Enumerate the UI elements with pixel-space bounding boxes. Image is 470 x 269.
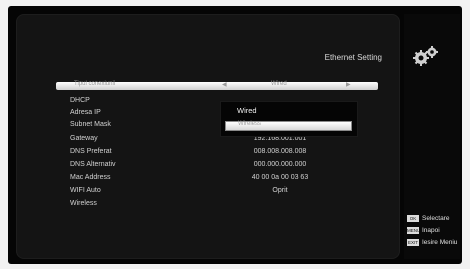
setting-row-wireless[interactable]: Wireless xyxy=(70,200,380,211)
page-title: Ethernet Setting xyxy=(324,53,382,62)
highlighted-setting-label: Tipul conexiunii xyxy=(74,81,116,87)
tv-screen: Tipul conexiunii ◀ Wired ▶ DHCP Adresa I… xyxy=(8,6,462,264)
setting-label: Mac Address xyxy=(70,174,111,181)
setting-label: WIFI Auto xyxy=(70,187,101,194)
setting-value: 40 00 0a 00 03 63 xyxy=(251,174,309,181)
ok-key-icon: OK xyxy=(407,215,419,222)
legend-label: Iesire Meniu xyxy=(422,239,458,246)
legend-label: Selectare xyxy=(422,215,450,222)
dropdown-option-wireless[interactable]: Wireless xyxy=(225,121,352,131)
setting-label: DHCP xyxy=(70,97,90,104)
setting-value: Oprit xyxy=(272,187,288,194)
dropdown-option-wired[interactable]: Wired xyxy=(237,106,257,115)
setting-value: 000.000.000.000 xyxy=(253,161,307,168)
setting-label: DNS Alternativ xyxy=(70,161,116,168)
arrow-right-icon[interactable]: ▶ xyxy=(346,81,351,88)
setting-label: Wireless xyxy=(70,200,97,207)
exit-key-icon: EXIT xyxy=(407,239,419,246)
legend-exit: EXIT Iesire Meniu xyxy=(407,239,457,249)
setting-row-dns-preferred[interactable]: DNS Preferat 008.008.008.008 xyxy=(70,148,380,159)
setting-label: Adresa IP xyxy=(70,109,101,116)
connection-type-dropdown[interactable]: Wired Wireless xyxy=(220,101,358,137)
setting-label: DNS Preferat xyxy=(70,148,112,155)
legend-menu: MENU Inapoi xyxy=(407,227,440,237)
setting-value: 008.008.008.008 xyxy=(253,148,307,155)
setting-label: Gateway xyxy=(70,135,98,142)
legend-ok: OK Selectare xyxy=(407,215,449,225)
gears-icon xyxy=(413,46,438,66)
settings-panel: Tipul conexiunii ◀ Wired ▶ DHCP Adresa I… xyxy=(16,14,400,259)
setting-label: Subnet Mask xyxy=(70,121,111,128)
setting-row-wifi-auto[interactable]: WIFI Auto Oprit xyxy=(70,187,380,198)
highlighted-setting-value: Wired xyxy=(271,81,287,87)
setting-row-mac-address[interactable]: Mac Address 40 00 0a 00 03 63 xyxy=(70,174,380,185)
setting-row-dns-alternate[interactable]: DNS Alternativ 000.000.000.000 xyxy=(70,161,380,172)
arrow-left-icon[interactable]: ◀ xyxy=(222,81,227,88)
menu-key-icon: MENU xyxy=(407,227,421,234)
dropdown-option-label: Wireless xyxy=(238,121,262,127)
legend-label: Inapoi xyxy=(422,227,440,234)
highlighted-setting-row[interactable]: Tipul conexiunii ◀ Wired ▶ xyxy=(56,81,378,90)
